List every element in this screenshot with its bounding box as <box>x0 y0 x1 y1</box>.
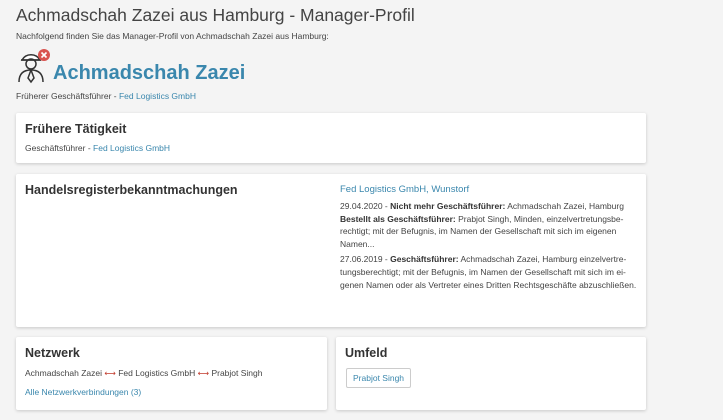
network-node: Achmadschah Zazei <box>25 368 103 378</box>
umfeld-title: Umfeld <box>345 346 388 360</box>
register-company-link[interactable]: Fed Logistics GmbH, Wunstorf <box>340 184 638 195</box>
register-entry-label: Geschäftsführer: <box>390 254 459 265</box>
register-entry-label: Bestellt als Geschäftsführer: <box>340 213 456 224</box>
register-entry-date: 27.06.2019 - <box>340 254 391 265</box>
all-network-connections-link[interactable]: Alle Netzwerkverbindungen (3) <box>25 387 141 397</box>
double-arrow-icon: ⟷ <box>104 369 116 378</box>
register-column: Fed Logistics GmbH, Wunstorf 29.04.2020 … <box>340 184 638 294</box>
network-title: Netzwerk <box>25 346 80 360</box>
umfeld-card: Umfeld Prabjot Singh <box>336 337 646 410</box>
network-node: Prabjot Singh <box>211 368 263 378</box>
former-activity-title: Frühere Tätigkeit <box>25 122 127 136</box>
profile-role-label: Früherer Geschäftsführer - <box>16 91 119 101</box>
former-activity-line: Geschäftsführer - Fed Logistics GmbH <box>25 143 170 153</box>
page-title: Achmadschah Zazei aus Hamburg - Manager-… <box>16 5 415 25</box>
network-node: Fed Logistics GmbH <box>118 368 196 378</box>
profile-company-link[interactable]: Fed Logistics GmbH <box>119 91 196 101</box>
network-path: Achmadschah Zazei ⟷ Fed Logistics GmbH ⟷… <box>25 368 263 378</box>
register-entry-text: Achmadschah Zazei, Hamburg <box>505 201 624 211</box>
profile-role: Früherer Geschäftsführer - Fed Logistics… <box>16 91 196 101</box>
profile-name: Achmadschah Zazei <box>53 62 246 84</box>
manager-person-icon <box>16 48 52 84</box>
register-entry-label: Nicht mehr Geschäftsführer: <box>390 201 506 211</box>
register-entry: 27.06.2019 - Geschäftsführer: Achmadscha… <box>340 253 638 291</box>
page-subtitle: Nachfolgend finden Sie das Manager-Profi… <box>16 31 329 41</box>
register-card: Handelsregisterbekanntmachungen Fed Logi… <box>16 174 646 327</box>
former-activity-company-link[interactable]: Fed Logistics GmbH <box>93 143 170 153</box>
register-entry: 29.04.2020 - Nicht mehr Geschäftsführer:… <box>340 200 638 250</box>
register-entry-date: 29.04.2020 - <box>340 201 391 211</box>
former-activity-card: Frühere Tätigkeit Geschäftsführer - Fed … <box>16 113 646 163</box>
umfeld-person-chip[interactable]: Prabjot Singh <box>346 368 412 388</box>
network-card: Netzwerk Achmadschah Zazei ⟷ Fed Logisti… <box>16 337 327 410</box>
former-activity-role: Geschäftsführer - <box>25 143 94 153</box>
double-arrow-icon: ⟷ <box>197 369 210 378</box>
register-title: Handelsregisterbekanntmachungen <box>25 183 238 197</box>
inactive-x-icon <box>38 49 50 61</box>
